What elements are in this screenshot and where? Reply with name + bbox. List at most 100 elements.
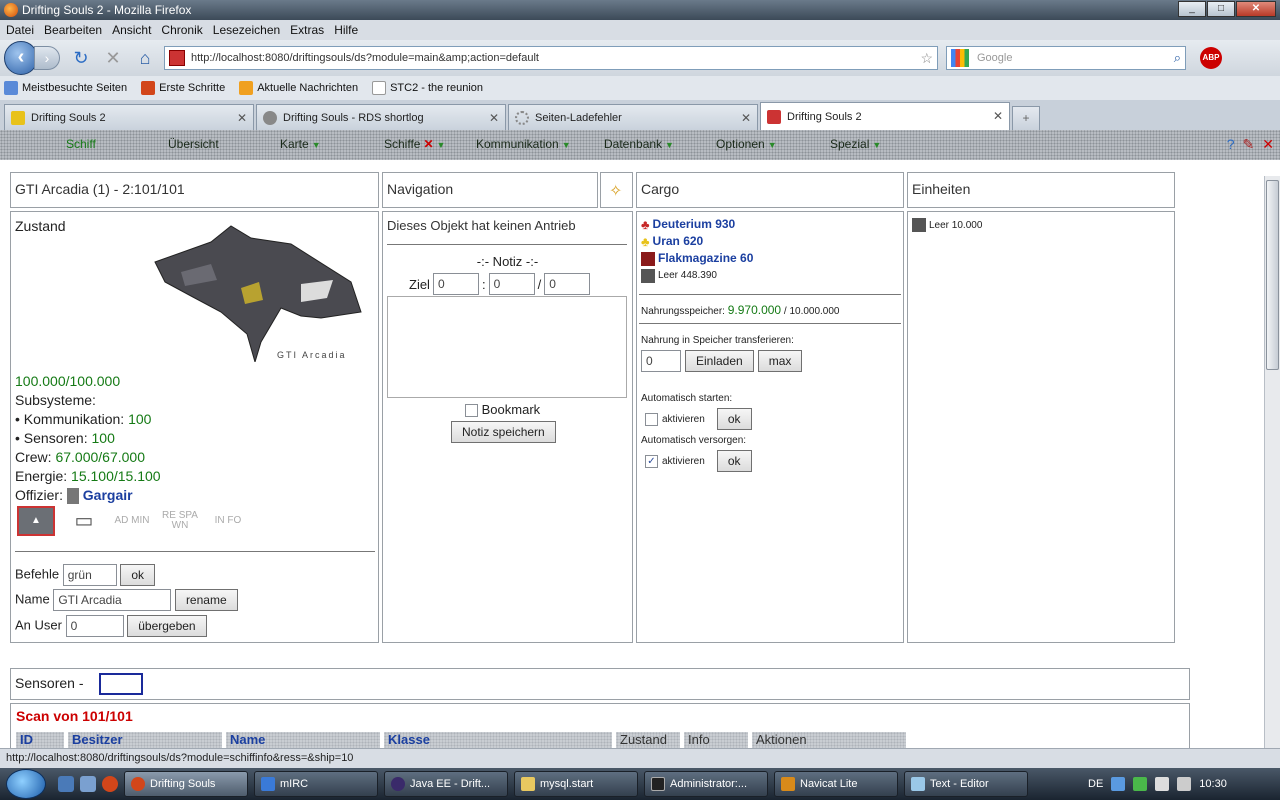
task-texteditor[interactable]: Text - Editor xyxy=(904,771,1028,797)
task-admin-console[interactable]: Administrator:... xyxy=(644,771,768,797)
starmap-icon[interactable]: ✧ xyxy=(609,181,622,201)
game-menu-karte[interactable]: Karte ▼ xyxy=(280,137,321,151)
uebergeben-button[interactable]: übergeben xyxy=(127,615,207,637)
bookmark-item[interactable]: Aktuelle Nachrichten xyxy=(239,81,358,95)
ship-name-input[interactable]: GTI Arcadia xyxy=(53,589,172,611)
monitor-icon[interactable]: ▭ xyxy=(65,506,103,536)
menu-hilfe[interactable]: Hilfe xyxy=(334,23,358,37)
shield-icon[interactable] xyxy=(1133,777,1148,791)
close-tab-icon[interactable]: ✕ xyxy=(993,109,1003,123)
reload-icon[interactable]: ↻ xyxy=(70,47,92,69)
start-button[interactable] xyxy=(6,769,46,799)
page-scrollbar[interactable] xyxy=(1264,176,1280,748)
stop-icon[interactable]: ✕ xyxy=(102,47,124,69)
task-eclipse[interactable]: Java EE - Drift... xyxy=(384,771,508,797)
col-besitzer[interactable]: Besitzer xyxy=(68,732,222,748)
bookmark-checkbox[interactable] xyxy=(465,404,478,418)
notiz-save-button[interactable]: Notiz speichern xyxy=(451,421,556,443)
language-indicator[interactable]: DE xyxy=(1088,778,1103,790)
auto-start-checkbox[interactable] xyxy=(645,412,658,426)
map-button-panel[interactable]: ✧ xyxy=(600,172,633,208)
anuser-input[interactable]: 0 xyxy=(65,615,124,637)
bookmark-item[interactable]: Erste Schritte xyxy=(141,81,225,95)
menu-chronik[interactable]: Chronik xyxy=(161,23,202,37)
game-menu-schiffe[interactable]: Schiffe ✕ ▼ xyxy=(384,137,445,151)
task-firefox[interactable]: Drifting Souls xyxy=(124,771,248,797)
notiz-textarea[interactable] xyxy=(387,296,627,398)
tab-seiten-ladefehler[interactable]: Seiten-Ladefehler ✕ xyxy=(508,104,758,130)
minimize-button[interactable]: _ xyxy=(1178,1,1206,17)
search-input[interactable]: Google ⌕ xyxy=(946,46,1186,70)
forward-button[interactable]: › xyxy=(34,46,60,70)
officer-link[interactable]: Gargair xyxy=(83,487,133,503)
col-id[interactable]: ID xyxy=(16,732,64,748)
befehle-ok-button[interactable]: ok xyxy=(120,564,156,586)
close-window-button[interactable]: ✕ xyxy=(1236,1,1276,17)
max-button[interactable]: max xyxy=(757,350,803,372)
col-klasse[interactable]: Klasse xyxy=(384,732,612,748)
menu-ansicht[interactable]: Ansicht xyxy=(112,23,151,37)
cargo-flakmagazine-link[interactable]: Flakmagazine 60 xyxy=(658,250,753,267)
info-icon[interactable]: IN FO xyxy=(209,506,247,536)
bookmark-star-icon[interactable]: ☆ xyxy=(920,50,933,67)
task-mysql[interactable]: mysql.start xyxy=(514,771,638,797)
ziel-y-input[interactable]: 0 xyxy=(488,273,535,295)
tab-drifting-souls-active[interactable]: Drifting Souls 2 ✕ xyxy=(760,102,1010,130)
ship-view-icon[interactable]: ▲ xyxy=(17,506,55,536)
new-tab-button[interactable]: + xyxy=(1012,106,1040,130)
admin-icon[interactable]: AD MIN xyxy=(113,506,151,536)
ziel-x-input[interactable]: 0 xyxy=(432,273,479,295)
close-tab-icon[interactable]: ✕ xyxy=(489,111,499,125)
search-icon[interactable]: ⌕ xyxy=(1174,50,1181,66)
col-name[interactable]: Name xyxy=(226,732,380,748)
navicat-icon xyxy=(781,777,795,791)
scrollbar-thumb[interactable] xyxy=(1266,180,1279,370)
adblock-icon[interactable]: ABP xyxy=(1200,47,1222,69)
menu-bearbeiten[interactable]: Bearbeiten xyxy=(44,23,102,37)
close-tab-icon[interactable]: ✕ xyxy=(741,111,751,125)
volume-icon[interactable] xyxy=(1177,777,1192,791)
sensoren-filter-input[interactable] xyxy=(99,673,143,695)
game-menu-kommunikation[interactable]: Kommunikation ▼ xyxy=(476,137,571,151)
ziel-z-input[interactable]: 0 xyxy=(544,273,591,295)
home-icon[interactable]: ⌂ xyxy=(134,47,156,69)
rename-button[interactable]: rename xyxy=(174,589,238,611)
auto-versorgen-checkbox[interactable]: ✓ xyxy=(645,454,658,468)
menu-datei[interactable]: Datei xyxy=(6,23,34,37)
google-icon[interactable] xyxy=(951,49,969,67)
menu-extras[interactable]: Extras xyxy=(290,23,324,37)
maximize-button[interactable]: □ xyxy=(1207,1,1235,17)
befehle-input[interactable]: grün xyxy=(62,564,117,586)
game-menu-datenbank[interactable]: Datenbank ▼ xyxy=(604,137,674,151)
network-icon[interactable] xyxy=(1111,777,1126,791)
game-menu-uebersicht[interactable]: Übersicht xyxy=(168,137,219,151)
bookmark-item[interactable]: Meistbesuchte Seiten xyxy=(4,81,127,95)
auto-versorgen-ok-button[interactable]: ok xyxy=(716,450,752,472)
cargo-deuterium-link[interactable]: Deuterium 930 xyxy=(653,216,736,233)
help-icon[interactable]: ? xyxy=(1227,136,1235,153)
transfer-input[interactable]: 0 xyxy=(641,350,681,372)
switch-windows-icon[interactable] xyxy=(80,776,96,792)
game-menu-optionen[interactable]: Optionen ▼ xyxy=(716,137,777,151)
einladen-button[interactable]: Einladen xyxy=(685,350,754,372)
cargo-uran-link[interactable]: Uran 620 xyxy=(653,233,704,250)
game-menu-spezial[interactable]: Spezial ▼ xyxy=(830,137,881,151)
back-button[interactable]: ‹ xyxy=(4,41,38,75)
firefox-icon[interactable] xyxy=(102,776,118,792)
tab-rds-shortlog[interactable]: Drifting Souls - RDS shortlog ✕ xyxy=(256,104,506,130)
close-tab-icon[interactable]: ✕ xyxy=(237,111,247,125)
auto-start-ok-button[interactable]: ok xyxy=(716,408,752,430)
task-navicat[interactable]: Navicat Lite xyxy=(774,771,898,797)
tab-drifting-souls[interactable]: Drifting Souls 2 ✕ xyxy=(4,104,254,130)
respawn-icon[interactable]: RE SPA WN xyxy=(161,506,199,536)
bookmark-item[interactable]: STC2 - the reunion xyxy=(372,81,483,95)
address-bar[interactable]: http://localhost:8080/driftingsouls/ds?m… xyxy=(164,46,938,70)
battery-icon[interactable] xyxy=(1155,777,1170,791)
task-mirc[interactable]: mIRC xyxy=(254,771,378,797)
game-menu-schiff[interactable]: Schiff xyxy=(66,137,96,151)
menu-lesezeichen[interactable]: Lesezeichen xyxy=(213,23,280,37)
edit-icon[interactable]: ✎ xyxy=(1243,136,1255,153)
clock[interactable]: 10:30 xyxy=(1199,778,1227,790)
exit-icon[interactable]: ✕ xyxy=(1262,136,1274,153)
show-desktop-icon[interactable] xyxy=(58,776,74,792)
